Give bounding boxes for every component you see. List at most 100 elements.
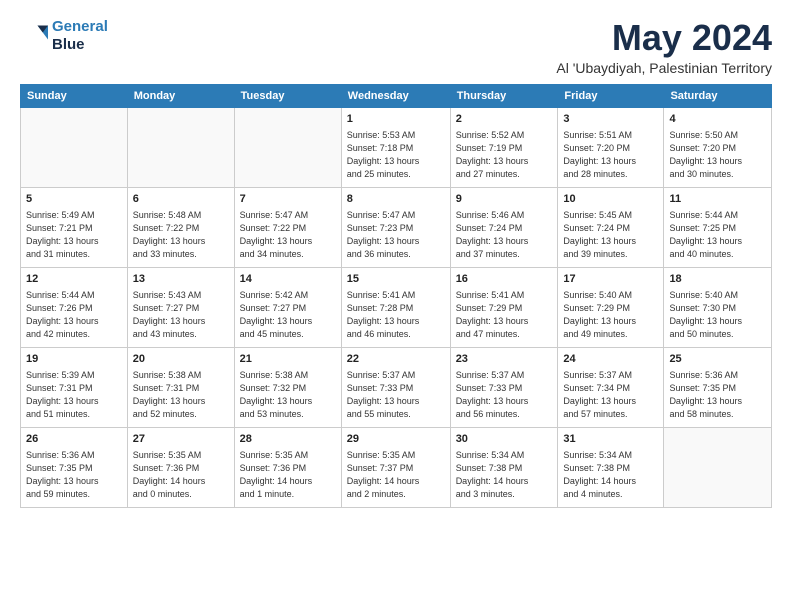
- day-info: Sunrise: 5:37 AM Sunset: 7:33 PM Dayligh…: [456, 369, 553, 421]
- day-number: 5: [26, 192, 122, 207]
- table-row: 5 Sunrise: 5:49 AM Sunset: 7:21 PM Daylig…: [21, 187, 128, 267]
- day-number: 23: [456, 352, 553, 367]
- calendar-week-row: 5 Sunrise: 5:49 AM Sunset: 7:21 PM Daylig…: [21, 187, 772, 267]
- day-info: Sunrise: 5:49 AM Sunset: 7:21 PM Dayligh…: [26, 209, 122, 261]
- day-info: Sunrise: 5:35 AM Sunset: 7:36 PM Dayligh…: [133, 449, 229, 501]
- table-row: 24Sunrise: 5:37 AM Sunset: 7:34 PM Dayli…: [558, 347, 664, 427]
- table-row: 10 Sunrise: 5:45 AM Sunset: 7:24 PM Dayli…: [558, 187, 664, 267]
- day-info: Sunrise: 5:38 AM Sunset: 7:32 PM Dayligh…: [240, 369, 336, 421]
- day-number: 10: [563, 192, 658, 207]
- table-row: 19Sunrise: 5:39 AM Sunset: 7:31 PM Dayli…: [21, 347, 128, 427]
- calendar-header-row: Sunday Monday Tuesday Wednesday Thursday…: [21, 84, 772, 107]
- month-title: May 2024: [556, 18, 772, 58]
- table-row: 7 Sunrise: 5:47 AM Sunset: 7:22 PM Daylig…: [234, 187, 341, 267]
- logo: General Blue: [20, 18, 108, 54]
- day-info: Sunrise: 5:46 AM Sunset: 7:24 PM Dayligh…: [456, 209, 553, 261]
- day-number: 29: [347, 432, 445, 447]
- day-info: Sunrise: 5:35 AM Sunset: 7:36 PM Dayligh…: [240, 449, 336, 501]
- day-number: 20: [133, 352, 229, 367]
- location-title: Al 'Ubaydiyah, Palestinian Territory: [556, 60, 772, 76]
- col-sunday: Sunday: [21, 84, 128, 107]
- table-row: 8 Sunrise: 5:47 AM Sunset: 7:23 PM Daylig…: [341, 187, 450, 267]
- table-row: [664, 427, 772, 507]
- table-row: 25 Sunrise: 5:36 AM Sunset: 7:35 PM Dayli…: [664, 347, 772, 427]
- table-row: 3Sunrise: 5:51 AM Sunset: 7:20 PM Daylig…: [558, 107, 664, 187]
- day-info: Sunrise: 5:45 AM Sunset: 7:24 PM Dayligh…: [563, 209, 658, 261]
- day-number: 26: [26, 432, 122, 447]
- calendar-week-row: 12Sunrise: 5:44 AM Sunset: 7:26 PM Dayli…: [21, 267, 772, 347]
- calendar-page: General Blue May 2024 Al 'Ubaydiyah, Pal…: [0, 0, 792, 612]
- day-info: Sunrise: 5:37 AM Sunset: 7:33 PM Dayligh…: [347, 369, 445, 421]
- table-row: 31 Sunrise: 5:34 AM Sunset: 7:38 PM Dayli…: [558, 427, 664, 507]
- table-row: 30 Sunrise: 5:34 AM Sunset: 7:38 PM Dayli…: [450, 427, 558, 507]
- table-row: 15Sunrise: 5:41 AM Sunset: 7:28 PM Dayli…: [341, 267, 450, 347]
- col-friday: Friday: [558, 84, 664, 107]
- table-row: 20Sunrise: 5:38 AM Sunset: 7:31 PM Dayli…: [127, 347, 234, 427]
- day-info: Sunrise: 5:47 AM Sunset: 7:22 PM Dayligh…: [240, 209, 336, 261]
- table-row: 16 Sunrise: 5:41 AM Sunset: 7:29 PM Dayli…: [450, 267, 558, 347]
- calendar-week-row: 1 Sunrise: 5:53 AM Sunset: 7:18 PM Daylig…: [21, 107, 772, 187]
- table-row: 6Sunrise: 5:48 AM Sunset: 7:22 PM Daylig…: [127, 187, 234, 267]
- table-row: [21, 107, 128, 187]
- table-row: 9 Sunrise: 5:46 AM Sunset: 7:24 PM Daylig…: [450, 187, 558, 267]
- day-info: Sunrise: 5:47 AM Sunset: 7:23 PM Dayligh…: [347, 209, 445, 261]
- calendar-table: Sunday Monday Tuesday Wednesday Thursday…: [20, 84, 772, 508]
- table-row: 23 Sunrise: 5:37 AM Sunset: 7:33 PM Dayli…: [450, 347, 558, 427]
- table-row: 12Sunrise: 5:44 AM Sunset: 7:26 PM Dayli…: [21, 267, 128, 347]
- day-number: 28: [240, 432, 336, 447]
- header: General Blue May 2024 Al 'Ubaydiyah, Pal…: [20, 18, 772, 76]
- day-number: 25: [669, 352, 766, 367]
- table-row: 1 Sunrise: 5:53 AM Sunset: 7:18 PM Daylig…: [341, 107, 450, 187]
- day-info: Sunrise: 5:40 AM Sunset: 7:29 PM Dayligh…: [563, 289, 658, 341]
- day-number: 24: [563, 352, 658, 367]
- day-number: 2: [456, 112, 553, 127]
- day-info: Sunrise: 5:34 AM Sunset: 7:38 PM Dayligh…: [456, 449, 553, 501]
- day-number: 27: [133, 432, 229, 447]
- day-number: 8: [347, 192, 445, 207]
- col-wednesday: Wednesday: [341, 84, 450, 107]
- col-monday: Monday: [127, 84, 234, 107]
- table-row: 13 Sunrise: 5:43 AM Sunset: 7:27 PM Dayli…: [127, 267, 234, 347]
- day-number: 17: [563, 272, 658, 287]
- col-tuesday: Tuesday: [234, 84, 341, 107]
- title-block: May 2024 Al 'Ubaydiyah, Palestinian Terr…: [556, 18, 772, 76]
- day-info: Sunrise: 5:41 AM Sunset: 7:29 PM Dayligh…: [456, 289, 553, 341]
- table-row: [127, 107, 234, 187]
- table-row: 21Sunrise: 5:38 AM Sunset: 7:32 PM Dayli…: [234, 347, 341, 427]
- day-number: 3: [563, 112, 658, 127]
- day-info: Sunrise: 5:52 AM Sunset: 7:19 PM Dayligh…: [456, 129, 553, 181]
- table-row: 2 Sunrise: 5:52 AM Sunset: 7:19 PM Daylig…: [450, 107, 558, 187]
- table-row: 28 Sunrise: 5:35 AM Sunset: 7:36 PM Dayli…: [234, 427, 341, 507]
- day-info: Sunrise: 5:43 AM Sunset: 7:27 PM Dayligh…: [133, 289, 229, 341]
- calendar-week-row: 26Sunrise: 5:36 AM Sunset: 7:35 PM Dayli…: [21, 427, 772, 507]
- table-row: 17 Sunrise: 5:40 AM Sunset: 7:29 PM Dayli…: [558, 267, 664, 347]
- col-thursday: Thursday: [450, 84, 558, 107]
- day-info: Sunrise: 5:40 AM Sunset: 7:30 PM Dayligh…: [669, 289, 766, 341]
- day-info: Sunrise: 5:53 AM Sunset: 7:18 PM Dayligh…: [347, 129, 445, 181]
- table-row: 4Sunrise: 5:50 AM Sunset: 7:20 PM Daylig…: [664, 107, 772, 187]
- day-number: 7: [240, 192, 336, 207]
- day-number: 1: [347, 112, 445, 127]
- day-number: 31: [563, 432, 658, 447]
- day-info: Sunrise: 5:35 AM Sunset: 7:37 PM Dayligh…: [347, 449, 445, 501]
- day-number: 9: [456, 192, 553, 207]
- table-row: 29 Sunrise: 5:35 AM Sunset: 7:37 PM Dayli…: [341, 427, 450, 507]
- day-number: 22: [347, 352, 445, 367]
- day-number: 19: [26, 352, 122, 367]
- day-number: 16: [456, 272, 553, 287]
- table-row: 18 Sunrise: 5:40 AM Sunset: 7:30 PM Dayli…: [664, 267, 772, 347]
- calendar-week-row: 19Sunrise: 5:39 AM Sunset: 7:31 PM Dayli…: [21, 347, 772, 427]
- day-number: 30: [456, 432, 553, 447]
- day-number: 13: [133, 272, 229, 287]
- table-row: 11Sunrise: 5:44 AM Sunset: 7:25 PM Dayli…: [664, 187, 772, 267]
- col-saturday: Saturday: [664, 84, 772, 107]
- table-row: 27 Sunrise: 5:35 AM Sunset: 7:36 PM Dayli…: [127, 427, 234, 507]
- day-number: 14: [240, 272, 336, 287]
- day-number: 12: [26, 272, 122, 287]
- day-info: Sunrise: 5:48 AM Sunset: 7:22 PM Dayligh…: [133, 209, 229, 261]
- day-number: 4: [669, 112, 766, 127]
- day-info: Sunrise: 5:34 AM Sunset: 7:38 PM Dayligh…: [563, 449, 658, 501]
- day-info: Sunrise: 5:36 AM Sunset: 7:35 PM Dayligh…: [669, 369, 766, 421]
- day-number: 11: [669, 192, 766, 207]
- day-number: 18: [669, 272, 766, 287]
